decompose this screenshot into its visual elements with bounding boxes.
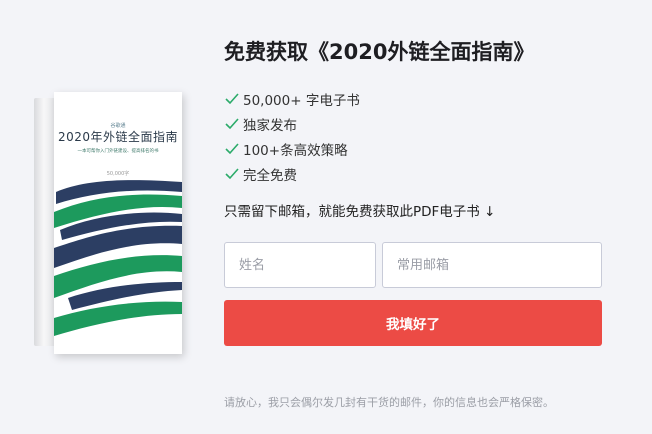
book-title: 2020年外链全面指南 (57, 130, 179, 144)
privacy-note: 请放心，我只会偶尔发几封有干货的邮件，你的信息也会严格保密。 (224, 396, 554, 409)
name-input[interactable] (224, 242, 376, 288)
email-input[interactable] (382, 242, 602, 288)
feature-item: 100+条高效策略 (224, 136, 360, 161)
offer-title: 免费获取《2020外链全面指南》 (224, 40, 535, 64)
check-icon (225, 142, 239, 154)
book-subtitle: 一本可帮你入门外链建设、提高排名的书 (77, 149, 159, 154)
check-icon (225, 167, 239, 179)
feature-text: 完全免费 (243, 167, 297, 184)
check-icon (225, 117, 239, 129)
feature-item: 完全免费 (224, 161, 360, 186)
feature-list: 50,000+ 字电子书 独家发布 100+条高效策略 完全免费 (224, 86, 360, 186)
submit-button[interactable]: 我填好了 (224, 300, 602, 346)
feature-text: 100+条高效策略 (243, 142, 348, 159)
feature-item: 独家发布 (224, 111, 360, 136)
brush-stroke-art (54, 180, 182, 336)
cta-text: 只需留下邮箱，就能免费获取此PDF电子书 ↓ (224, 204, 496, 220)
ebook-cover-image: 谷歌通 2020年外链全面指南 一本可帮你入门外链建设、提高排名的书 50,00… (34, 92, 182, 354)
feature-text: 独家发布 (243, 117, 297, 134)
book-word-count: 50,000字 (106, 171, 130, 177)
feature-item: 50,000+ 字电子书 (224, 86, 360, 111)
book-cover: 谷歌通 2020年外链全面指南 一本可帮你入门外链建设、提高排名的书 50,00… (54, 92, 182, 354)
feature-text: 50,000+ 字电子书 (243, 92, 360, 109)
check-icon (225, 92, 239, 104)
book-spine (34, 98, 56, 346)
